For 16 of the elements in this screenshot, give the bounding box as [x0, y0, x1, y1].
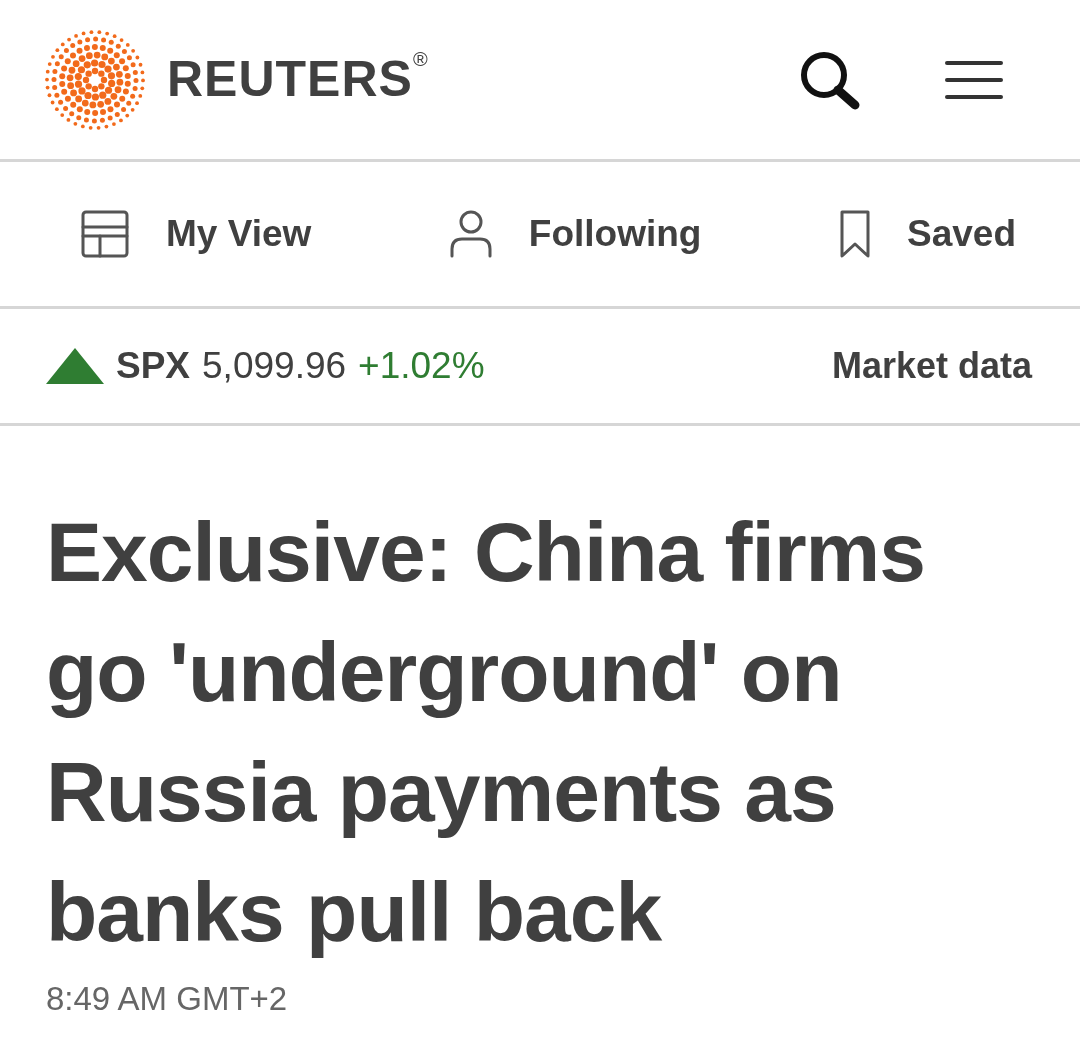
layout-icon: [80, 209, 130, 259]
logo-icon: [45, 29, 145, 130]
menu-icon: [945, 59, 1003, 100]
brand-name: REUTERS: [167, 50, 413, 109]
person-icon: [448, 209, 493, 259]
ticker-symbol: SPX: [116, 344, 191, 389]
nav-link[interactable]: My View: [80, 206, 312, 262]
ticker-value: 5,099.96: [202, 344, 347, 389]
nav-link[interactable]: Saved: [839, 206, 1016, 262]
nav-link[interactable]: Following: [448, 206, 702, 262]
bookmark-icon: [839, 209, 871, 259]
registered-mark: ®: [412, 47, 428, 70]
market-data-link[interactable]: Market data: [831, 339, 1032, 393]
article-headline: Exclusive: China firms go 'underground' on Russia payments as banks pull back: [46, 504, 926, 961]
ticker-change: +1.02%: [358, 344, 485, 389]
article-timestamp: 8:49 AM GMT+2: [46, 979, 289, 1019]
